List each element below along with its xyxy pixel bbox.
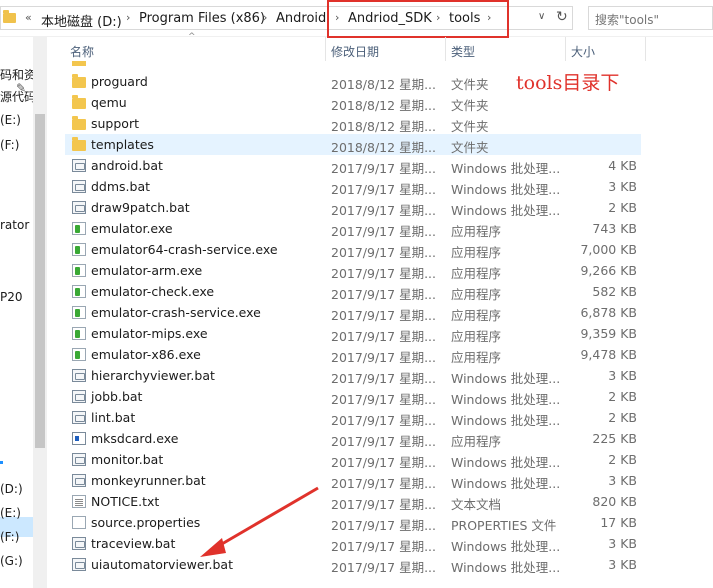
arrow-shaft [214, 486, 319, 550]
annotation-arrow [200, 486, 319, 557]
arrow-head [200, 538, 226, 557]
